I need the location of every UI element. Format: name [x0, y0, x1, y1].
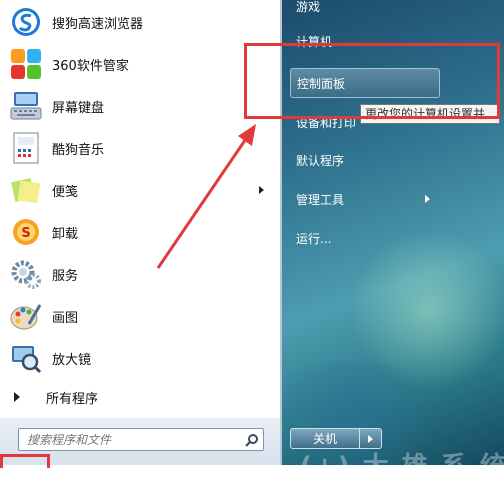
annotation-arrow: [156, 124, 256, 269]
